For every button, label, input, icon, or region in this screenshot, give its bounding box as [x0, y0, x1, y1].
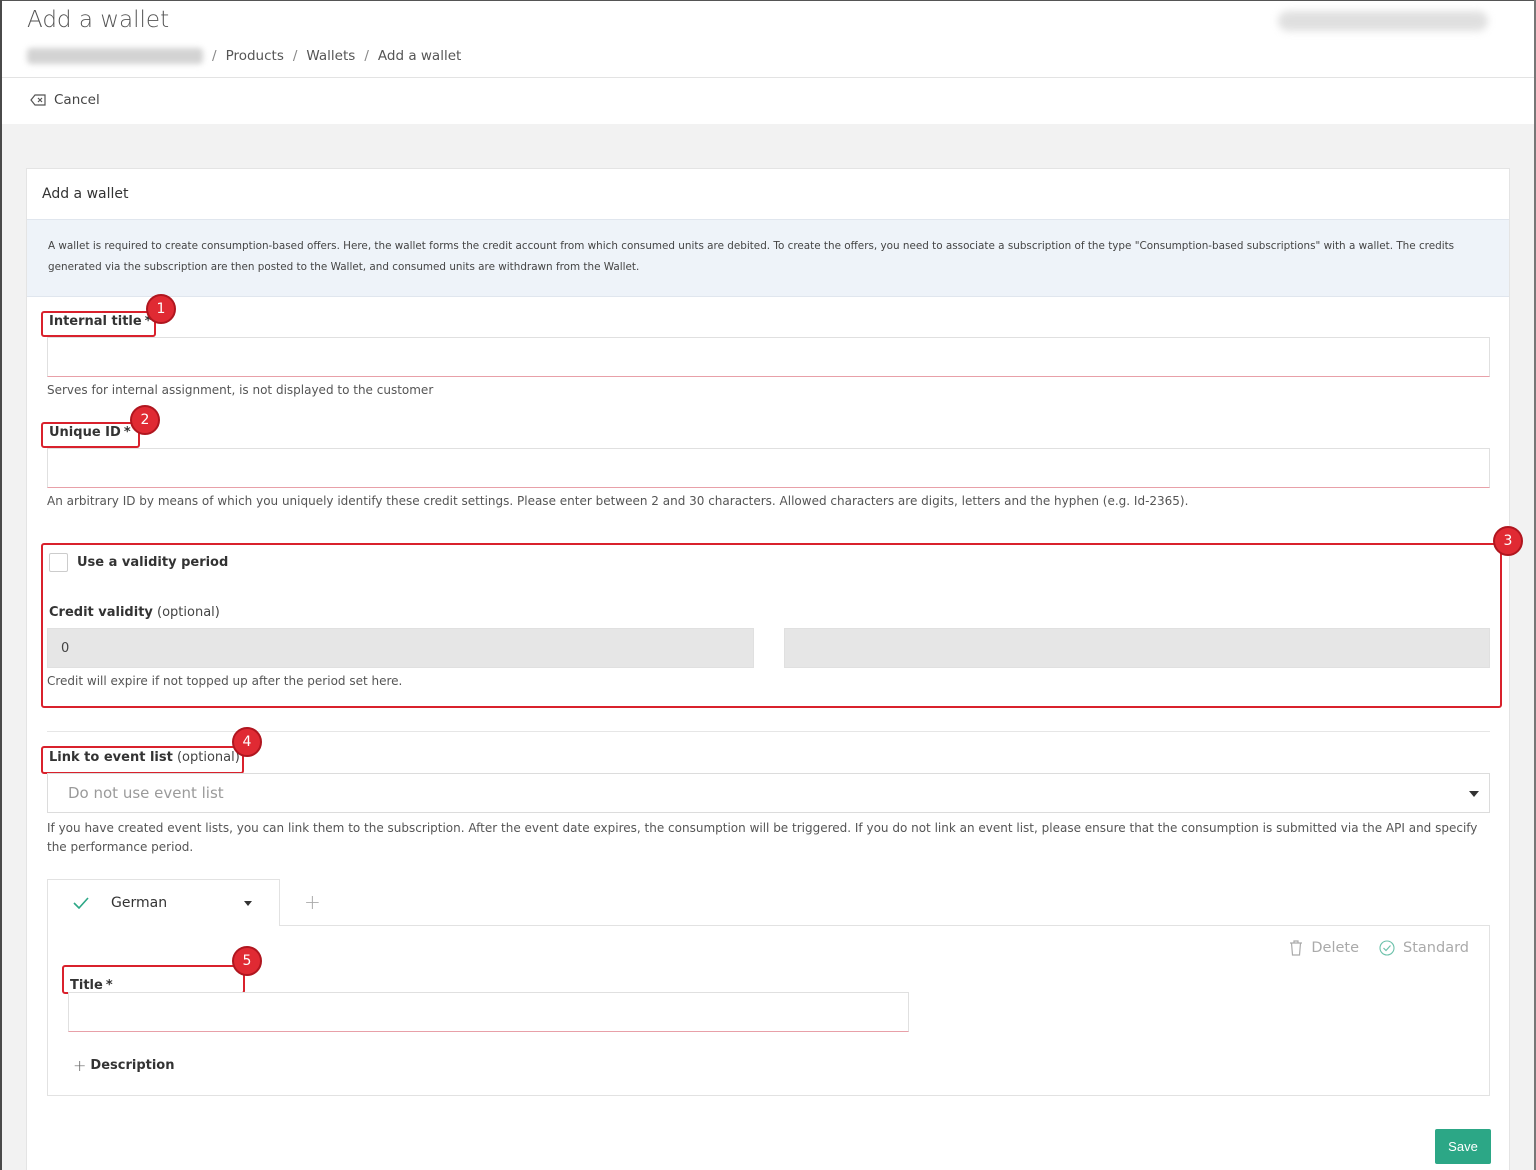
tab-german[interactable]: German	[47, 879, 280, 926]
info-message: A wallet is required to create consumpti…	[27, 219, 1509, 297]
validity-checkbox[interactable]	[49, 553, 68, 572]
annotation-badge-2: 2	[130, 405, 160, 435]
chevron-down-icon	[1469, 791, 1479, 797]
page-title: Add a wallet	[27, 7, 170, 33]
title-input[interactable]	[68, 992, 909, 1032]
breadcrumb-wallets[interactable]: Wallets	[306, 48, 355, 64]
annotation-box-5	[62, 965, 245, 994]
chevron-down-icon[interactable]	[244, 901, 252, 906]
event-list-selected: Do not use event list	[68, 784, 224, 802]
delete-button[interactable]: Delete	[1289, 940, 1359, 956]
window-left-edge	[0, 0, 2, 1170]
annotation-box-1	[41, 311, 156, 337]
circle-check-icon	[1379, 940, 1395, 956]
credit-validity-help: Credit will expire if not topped up afte…	[47, 674, 403, 688]
breadcrumb-separator: /	[212, 48, 217, 64]
credit-validity-unit-input[interactable]	[784, 628, 1490, 668]
breadcrumb-root[interactable]	[27, 48, 203, 64]
section-divider	[47, 731, 1490, 732]
tab-actions: Delete Standard	[1269, 940, 1469, 956]
delete-label: Delete	[1311, 940, 1360, 956]
breadcrumb-products[interactable]: Products	[226, 48, 284, 64]
toolbar: Cancel	[2, 78, 1534, 124]
cancel-button[interactable]: Cancel	[30, 92, 100, 108]
optional-hint: (optional)	[157, 605, 220, 620]
trash-icon	[1290, 940, 1303, 956]
user-menu[interactable]	[1278, 11, 1488, 31]
event-list-help: If you have created event lists, you can…	[47, 821, 1478, 854]
unique-id-input[interactable]	[47, 448, 1490, 488]
add-description-button[interactable]: + Description	[73, 1056, 175, 1075]
breadcrumb-current: Add a wallet	[377, 48, 462, 64]
annotation-badge-5: 5	[232, 946, 262, 976]
panel-title: Add a wallet	[42, 186, 129, 202]
tab-german-label: German	[111, 895, 168, 911]
standard-label: Standard	[1403, 940, 1469, 956]
language-tabs: German + Delete Standard Title * 5 + Des…	[47, 879, 1490, 1096]
wallet-form-panel: Add a wallet A wallet is required to cre…	[26, 168, 1523, 1170]
breadcrumb-separator: /	[364, 48, 369, 64]
annotation-badge-4: 4	[232, 727, 262, 757]
breadcrumb: / Products / Wallets / Add a wallet	[27, 48, 461, 64]
language-tab-content: Delete Standard Title * 5 + Description	[47, 925, 1490, 1096]
annotation-badge-1: 1	[146, 294, 176, 324]
check-icon	[73, 897, 89, 909]
annotation-box-2	[41, 422, 140, 448]
standard-button[interactable]: Standard	[1379, 940, 1469, 956]
credit-validity-label: Credit validity (optional)	[49, 605, 220, 620]
validity-checkbox-label[interactable]: Use a validity period	[77, 555, 228, 570]
event-list-select[interactable]: Do not use event list	[47, 773, 1490, 813]
plus-icon: +	[73, 1056, 87, 1075]
save-button[interactable]: Save	[1435, 1129, 1491, 1164]
annotation-box-4	[41, 746, 244, 774]
internal-title-input[interactable]	[47, 337, 1490, 377]
credit-validity-amount-input[interactable]: 0	[47, 628, 754, 668]
description-label: Description	[90, 1058, 175, 1073]
internal-title-help: Serves for internal assignment, is not d…	[47, 383, 434, 397]
page-header: Add a wallet / Products / Wallets / Add …	[0, 0, 1536, 78]
credit-validity-label-text: Credit validity	[49, 605, 153, 620]
add-language-button[interactable]: +	[304, 890, 321, 914]
validity-checkbox-label-text: Use a validity period	[77, 555, 229, 570]
breadcrumb-separator: /	[292, 48, 298, 64]
cancel-label: Cancel	[54, 92, 100, 108]
unique-id-help: An arbitrary ID by means of which you un…	[47, 494, 1189, 508]
cancel-icon	[30, 94, 46, 106]
annotation-badge-3: 3	[1493, 526, 1523, 556]
